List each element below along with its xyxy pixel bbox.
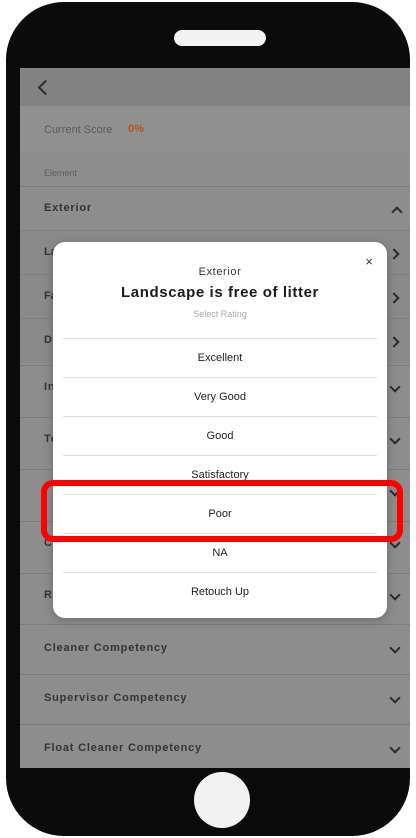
section-supervisor-competency[interactable]: Supervisor Competency	[20, 674, 410, 725]
rating-modal: × Exterior Landscape is free of litter S…	[53, 242, 387, 618]
row-label: D	[44, 334, 52, 346]
chevron-down-icon	[389, 433, 401, 445]
section-label: Supervisor Competency	[44, 692, 188, 704]
section-cleaner-competency[interactable]: Cleaner Competency	[20, 624, 410, 675]
section-label: Cleaner Competency	[44, 642, 168, 654]
chevron-up-icon	[391, 206, 403, 218]
chevron-right-icon	[388, 248, 400, 260]
score-label: Current Score	[44, 124, 113, 136]
speaker-slot	[174, 30, 266, 46]
rating-option-excellent[interactable]: Excellent	[63, 338, 377, 378]
chevron-down-icon	[389, 642, 401, 654]
row-label: R	[44, 589, 53, 601]
modal-category: Exterior	[198, 266, 242, 278]
app-header	[20, 68, 410, 106]
section-label: Float Cleaner Competency	[44, 742, 202, 754]
rating-option-retouch-up[interactable]: Retouch Up	[63, 572, 377, 612]
modal-title: Landscape is free of litter	[121, 284, 319, 301]
section-exterior[interactable]: Exterior	[20, 186, 410, 231]
chevron-right-icon	[388, 292, 400, 304]
section-float-cleaner-competency[interactable]: Float Cleaner Competency	[20, 724, 410, 768]
rating-option-good[interactable]: Good	[63, 416, 377, 456]
element-label: Element	[44, 168, 78, 178]
poor-highlight-box	[41, 480, 403, 542]
chevron-down-icon	[389, 381, 401, 393]
modal-subtitle: Select Rating	[193, 309, 247, 319]
chevron-left-icon[interactable]	[37, 79, 54, 96]
home-button[interactable]	[194, 772, 250, 828]
section-label: Exterior	[44, 202, 92, 214]
score-row: Current Score 0%	[20, 106, 410, 152]
chevron-down-icon	[389, 589, 401, 601]
chevron-down-icon	[389, 692, 401, 704]
chevron-down-icon	[389, 742, 401, 754]
chevron-right-icon	[388, 336, 400, 348]
rating-option-very-good[interactable]: Very Good	[63, 377, 377, 417]
score-value: 0%	[128, 123, 144, 135]
